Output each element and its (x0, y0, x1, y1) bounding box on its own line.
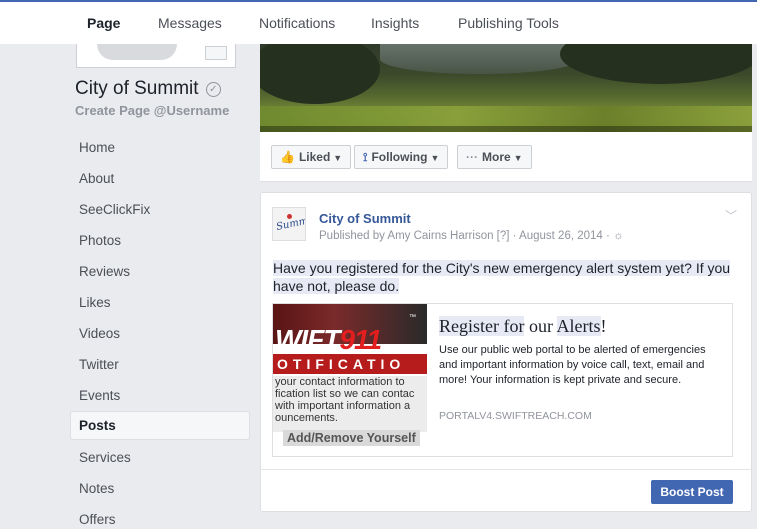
sidebar-item-seeclickfix[interactable]: SeeClickFix (70, 195, 250, 224)
cover-photo-tree (260, 44, 380, 104)
caret-down-icon: ▼ (430, 153, 440, 163)
sidebar-item-about[interactable]: About (70, 164, 250, 193)
more-label: More (482, 150, 511, 164)
liked-button[interactable]: 👍 Liked ▼ (271, 145, 352, 169)
tab-messages[interactable]: Messages (158, 15, 222, 31)
tab-publishing-tools[interactable]: Publishing Tools (458, 15, 559, 31)
sidebar-item-twitter[interactable]: Twitter (70, 350, 250, 379)
following-label: Following (371, 150, 428, 164)
page-action-bar: 👍 Liked ▼ ⟟ Following ▼ ··· More ▼ (260, 132, 752, 182)
sidebar-item-photos[interactable]: Photos (70, 226, 250, 255)
sidebar-item-posts[interactable]: Posts (70, 411, 250, 440)
post-meta: Published by Amy Cairns Harrison [?] · A… (319, 230, 624, 242)
liked-label: Liked (298, 150, 331, 164)
add-remove-image-text: Add/Remove Yourself (283, 430, 420, 446)
tab-page[interactable]: Page (87, 15, 120, 31)
cover-photo-tree (560, 44, 752, 84)
left-sidebar: City of Summit ✓ Create Page @Username H… (66, 44, 252, 529)
link-description: Use our public web portal to be alerted … (439, 344, 706, 386)
more-dots-icon: ··· (466, 150, 478, 164)
logo-text-a: WIFT (275, 324, 340, 355)
profile-picture[interactable] (76, 44, 236, 68)
sidebar-item-likes[interactable]: Likes (70, 288, 250, 317)
logo-text-b: 911 (339, 324, 382, 355)
link-title-c: Alerts (556, 316, 601, 336)
sidebar-item-events[interactable]: Events (70, 381, 250, 410)
link-title-a: Register for (439, 316, 525, 336)
link-title: Register for our Alerts! (439, 316, 725, 337)
boost-post-button[interactable]: Boost Post (651, 480, 733, 504)
rss-icon: ⟟ (363, 150, 368, 164)
link-domain: PORTALV4.SWIFTREACH.COM (439, 410, 592, 422)
page-name: City of Summit (75, 78, 199, 99)
sidebar-item-reviews[interactable]: Reviews (70, 257, 250, 286)
post-card: Summit City of Summit Published by Amy C… (260, 192, 752, 512)
create-username-link[interactable]: Create Page @Username (75, 103, 229, 118)
swift911-logo: WIFT911 (275, 324, 382, 356)
sidebar-item-offers[interactable]: Offers (70, 505, 250, 529)
cover-photo[interactable] (260, 44, 752, 132)
profile-picture-image (97, 44, 177, 60)
page-top-nav: Page Messages Notifications Insights Pub… (0, 0, 757, 44)
notification-band: OTIFICATIO (273, 354, 427, 374)
tab-notifications[interactable]: Notifications (259, 15, 335, 31)
post-author[interactable]: City of Summit (319, 211, 411, 226)
page-title[interactable]: City of Summit ✓ (75, 78, 221, 100)
tab-insights[interactable]: Insights (371, 15, 419, 31)
post-options-chevron-icon[interactable]: ﹀ (725, 207, 737, 224)
post-meta-text: Published by Amy Cairns Harrison [?] · A… (319, 230, 610, 242)
sidebar-item-videos[interactable]: Videos (70, 319, 250, 348)
image-caption: your contact information to fication lis… (273, 376, 427, 432)
following-button[interactable]: ⟟ Following ▼ (354, 145, 449, 169)
cover-photo-sky (380, 44, 580, 74)
link-preview-body: Register for our Alerts! Use our public … (439, 316, 725, 422)
camera-icon[interactable] (205, 46, 227, 60)
post-divider (261, 469, 751, 470)
link-preview-image: WIFT911 ™ OTIFICATIO your contact inform… (273, 304, 427, 456)
caret-down-icon: ▼ (333, 153, 343, 163)
trademark-mark: ™ (409, 314, 416, 321)
link-title-d: ! (600, 316, 607, 336)
post-text: Have you registered for the City's new e… (273, 259, 737, 295)
globe-icon: ☼ (613, 230, 624, 242)
avatar[interactable]: Summit (272, 207, 306, 241)
more-button[interactable]: ··· More ▼ (457, 145, 532, 169)
caret-down-icon: ▼ (513, 153, 523, 163)
thumbs-up-icon: 👍 (280, 150, 295, 164)
link-preview[interactable]: WIFT911 ™ OTIFICATIO your contact inform… (272, 303, 733, 457)
sidebar-item-notes[interactable]: Notes (70, 474, 250, 503)
post-text-content: Have you registered for the City's new e… (273, 260, 731, 294)
sidebar-item-home[interactable]: Home (70, 133, 250, 162)
check-circle-icon: ✓ (205, 82, 221, 97)
link-title-b: our (524, 316, 557, 336)
sidebar-item-services[interactable]: Services (70, 443, 250, 472)
